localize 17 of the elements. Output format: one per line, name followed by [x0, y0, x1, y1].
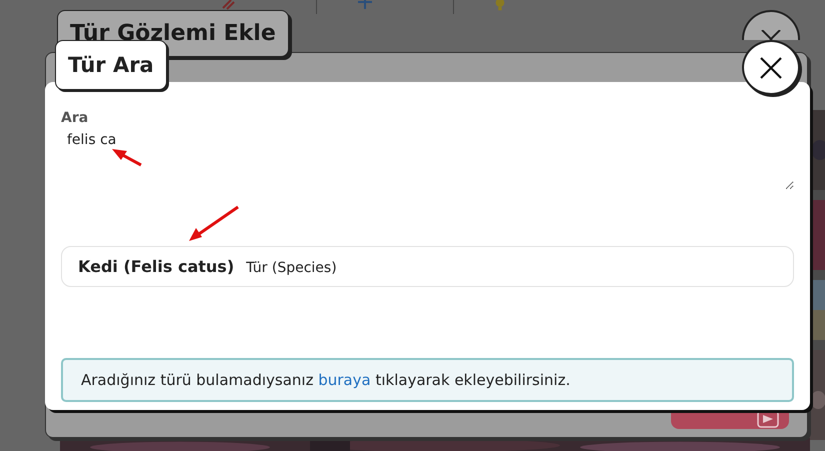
annotation-arrow	[189, 206, 239, 241]
dialog-title: Tür Ara	[55, 40, 167, 90]
close-icon	[760, 30, 782, 40]
plus-icon	[357, 0, 373, 10]
result-item[interactable]: Kedi (Felis catus) Tür (Species)	[61, 246, 794, 287]
species-rank: Tür (Species)	[246, 260, 337, 276]
info-alert: Aradığınız türü bulamadıysanız buraya tıklayarak ekleyebilirsiniz.	[61, 358, 794, 402]
field-label: Ara	[61, 110, 88, 126]
close-icon	[759, 56, 783, 80]
lightbulb-icon	[494, 0, 506, 12]
close-button[interactable]	[742, 10, 800, 40]
submit-button[interactable]	[671, 411, 789, 429]
species-name: Kedi (Felis catus)	[78, 257, 234, 276]
add-species-link[interactable]: buraya	[318, 371, 371, 389]
pen-icon	[220, 0, 236, 10]
close-button[interactable]	[742, 40, 800, 95]
annotation-arrow	[112, 149, 142, 166]
